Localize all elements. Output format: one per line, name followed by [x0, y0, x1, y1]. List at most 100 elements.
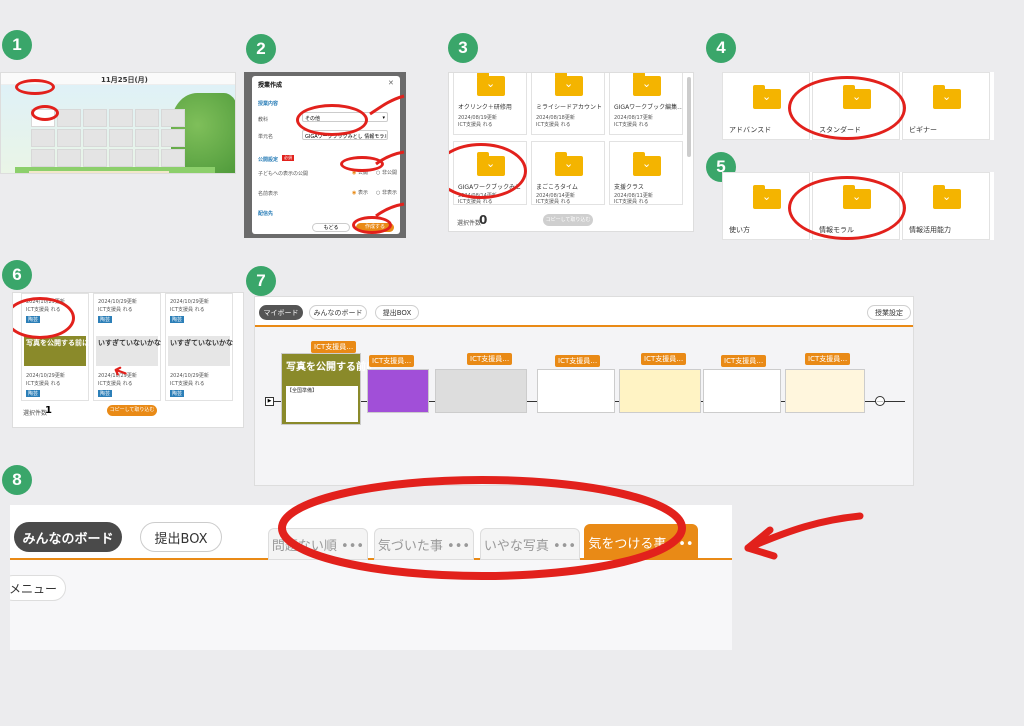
tab-my-board[interactable]: マイボード: [259, 305, 303, 320]
play-icon[interactable]: ▶: [265, 397, 274, 406]
unit-label: 単元名: [258, 134, 274, 140]
slide-card[interactable]: 2024/10/29更新 ICT支援員 れる 陶芸いすぎていないかな 2024/10/…: [165, 293, 233, 401]
annotation-circle: [788, 76, 906, 140]
folder-icon: [477, 73, 505, 96]
calendar-cell[interactable]: [135, 109, 159, 127]
tab-everyone-board[interactable]: みんなのボード: [14, 522, 122, 552]
ict-tag: ICT支援員…: [555, 355, 601, 367]
annotation-circle: [788, 176, 906, 240]
calendar-cell[interactable]: [161, 129, 185, 147]
calendar-cell[interactable]: [161, 149, 185, 167]
card-owner: ICT支援員 れる: [170, 381, 205, 387]
panel3-folders: オクリンク＋研修用 2024/08/19更新 ICT支援員 れる ミライシードアカウン…: [448, 72, 694, 232]
slide-card[interactable]: 2024/10/29更新 ICT支援員 れる 陶芸 いすぎていないかな 2024/10/…: [93, 293, 161, 401]
scrollbar[interactable]: [687, 77, 691, 157]
tab-submit-box[interactable]: 提出BOX: [375, 305, 419, 320]
calendar-cell[interactable]: [31, 149, 55, 167]
card-tag: 陶芸: [170, 316, 185, 323]
board-card[interactable]: [537, 369, 615, 413]
lesson-settings-button[interactable]: 授業設定: [867, 305, 911, 320]
back-button[interactable]: もどる: [312, 223, 350, 232]
folder-icon: [753, 185, 781, 209]
calendar-cell[interactable]: [83, 109, 107, 127]
folder-name: オクリンク＋研修用: [458, 104, 512, 111]
step-badge-3: 3: [448, 33, 478, 63]
annotation-circle: [15, 79, 55, 95]
step-badge-1: 1: [2, 30, 32, 60]
panel6-cards: 2024/10/29更新 ICT支援員 れる 陶芸 写真を公開する前に 2024/10/…: [12, 292, 244, 428]
menu-button[interactable]: メニュー: [10, 575, 66, 601]
card-date: 2024/10/29更新: [26, 373, 65, 379]
board-card[interactable]: [619, 369, 701, 413]
copy-button[interactable]: コピーして取り込む: [543, 214, 593, 226]
more-icon[interactable]: …: [875, 396, 885, 406]
publish-label: 子どもへの表示の公開: [258, 171, 309, 177]
selected-count: 1: [45, 405, 52, 416]
folder-name: ビギナー: [909, 126, 937, 134]
folder-name: 情報活用能力: [909, 226, 951, 234]
folder-icon: [753, 85, 781, 109]
step-badge-6: 6: [2, 260, 32, 290]
folder-owner: ICT支援員 れる: [614, 199, 649, 205]
calendar-cell[interactable]: [57, 129, 81, 147]
card-tag: 陶芸: [98, 316, 113, 323]
arrow-icon: [744, 512, 864, 560]
board-card[interactable]: [435, 369, 527, 413]
card-title: 写真を公開する前に: [286, 362, 376, 373]
ict-tag: ICT支援員…: [311, 341, 357, 353]
folder-name: 支援クラス: [614, 184, 644, 191]
calendar-cell[interactable]: [135, 129, 159, 147]
slide-title: いすぎていないかな: [170, 339, 233, 347]
folder-icon: [555, 152, 583, 176]
dialog-title: 授業作成: [258, 82, 283, 89]
board-card[interactable]: 写真を公開する前に 【全国準備】: [281, 353, 376, 425]
folder-card[interactable]: ミライシードアカウント 2024/08/18更新ICT支援員 れる: [531, 73, 605, 135]
folder-card[interactable]: ビギナー: [902, 72, 990, 140]
ict-tag: ICT支援員…: [369, 355, 415, 367]
calendar-cell[interactable]: [83, 149, 107, 167]
card-tag: 陶芸: [98, 390, 113, 397]
close-icon[interactable]: ✕: [388, 79, 394, 87]
slide-thumbnail: 写真を公開する前に: [24, 336, 89, 366]
folder-card[interactable]: 情報活用能力: [902, 172, 990, 240]
board-card[interactable]: [785, 369, 865, 413]
calendar-cell[interactable]: [109, 129, 133, 147]
calendar-cell[interactable]: [109, 149, 133, 167]
arrow-icon: [369, 94, 405, 218]
folder-name: GIGAワークブック編集…: [614, 104, 682, 111]
board-card[interactable]: [703, 369, 781, 413]
folder-card[interactable]: 支援クラス2024/08/11更新ICT支援員 れる: [609, 141, 683, 205]
calendar-cell[interactable]: [57, 149, 81, 167]
tab-everyone-board[interactable]: みんなのボード: [309, 305, 367, 320]
ict-tag: ICT支援員…: [467, 353, 513, 365]
folder-owner: ICT支援員 れる: [458, 199, 493, 205]
folder-card[interactable]: オクリンク＋研修用 2024/08/19更新ICT支援員 れる: [453, 73, 527, 135]
step-badge-7: 7: [246, 266, 276, 296]
subject-label: 教科: [258, 117, 269, 123]
step-badge-4: 4: [706, 33, 736, 63]
calendar-cell[interactable]: [135, 149, 159, 167]
folder-card[interactable]: まごころタイム2024/08/14更新ICT支援員 れる: [531, 141, 605, 205]
calendar-cell[interactable]: [57, 109, 81, 127]
ict-tag: ICT支援員…: [641, 353, 687, 365]
folder-icon: [933, 85, 961, 109]
card-date: 2024/10/29更新: [170, 373, 209, 379]
card-tag: 陶芸: [26, 390, 41, 397]
board-card[interactable]: [367, 369, 429, 413]
selected-label: 選択件数: [457, 220, 482, 227]
calendar-cell[interactable]: [31, 129, 55, 147]
card-date: 2024/10/29更新: [170, 299, 209, 305]
folder-name: 使い方: [729, 226, 750, 234]
calendar-date: 11月25日(月): [101, 76, 148, 84]
calendar-cell[interactable]: [161, 109, 185, 127]
panel4-folders: アドバンスドスタンダードビギナー: [722, 72, 994, 140]
calendar-cell[interactable]: [83, 129, 107, 147]
folder-date: 2024/08/19更新: [458, 115, 497, 121]
folder-name: まごころタイム: [536, 184, 578, 191]
tab-submit-box[interactable]: 提出BOX: [140, 522, 222, 552]
copy-button[interactable]: コピーして取り込む: [107, 405, 157, 416]
folder-card[interactable]: GIGAワークブック編集… 2024/08/17更新ICT支援員 れる: [609, 73, 683, 135]
annotation-circle: [296, 104, 368, 136]
step-badge-8: 8: [2, 465, 32, 495]
calendar-cell[interactable]: [109, 109, 133, 127]
